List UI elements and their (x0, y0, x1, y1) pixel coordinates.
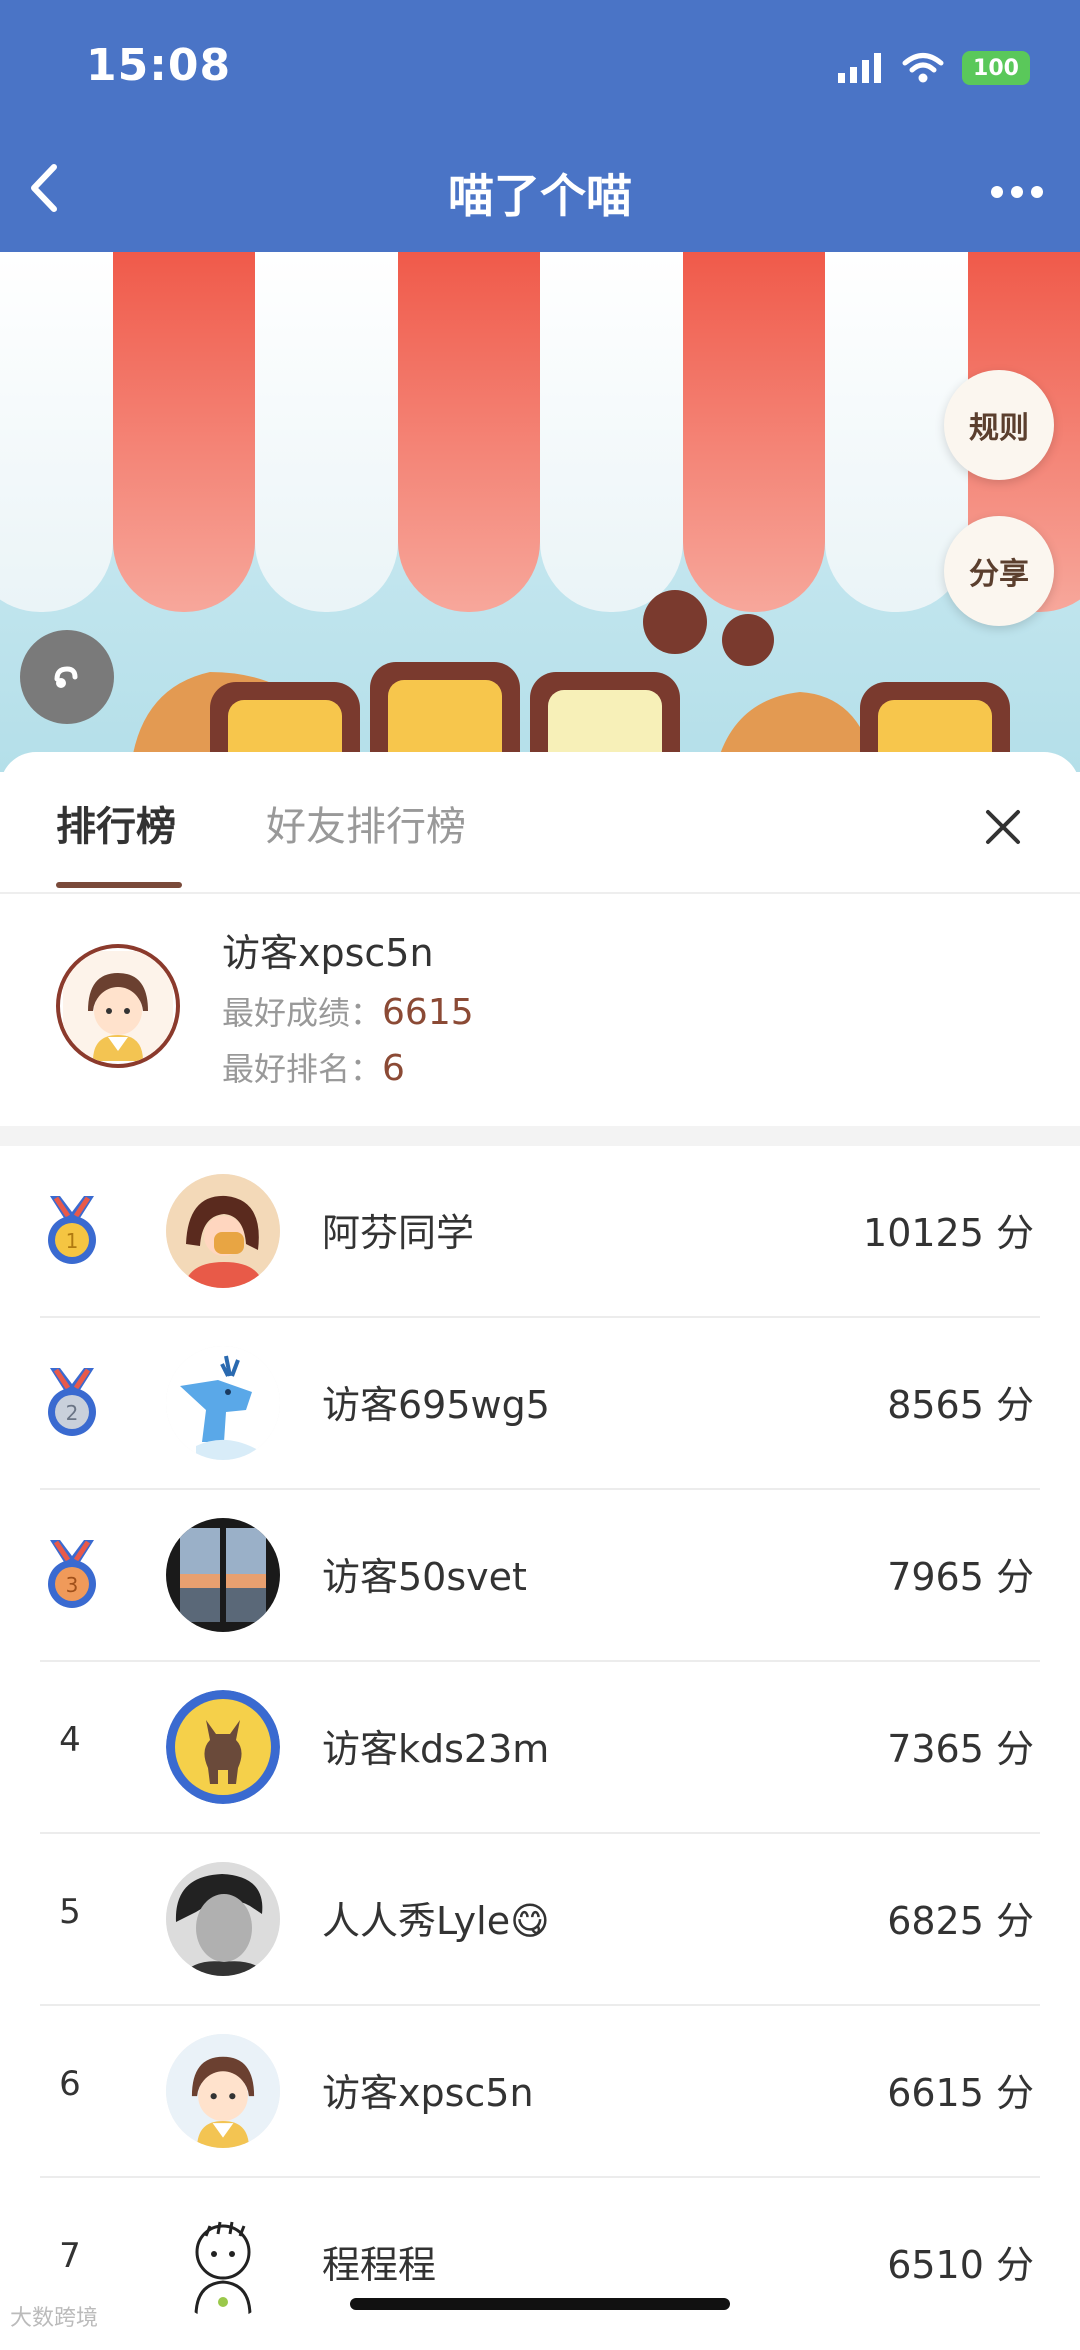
share-button[interactable]: 分享 (944, 516, 1054, 626)
player-score: 6825 分 (887, 1899, 1034, 1943)
battery-icon: 100 (962, 51, 1030, 85)
avatar (166, 1690, 280, 1804)
avatar (166, 2034, 280, 2148)
avatar (166, 1174, 280, 1288)
player-score: 10125 分 (863, 1211, 1034, 1255)
divider (0, 1126, 1080, 1146)
girl-default-avatar-icon (166, 2034, 280, 2148)
svg-text:1: 1 (66, 1229, 79, 1253)
girl-default-avatar-icon (63, 951, 173, 1061)
sound-icon (54, 666, 78, 688)
tab-leaderboard[interactable]: 排行榜 (56, 794, 176, 852)
tab-bar: 排行榜 好友排行榜 (0, 752, 1080, 894)
rank-number: 7 (59, 2236, 81, 2276)
tab-friends-leaderboard[interactable]: 好友排行榜 (266, 794, 466, 852)
signal-icon (838, 53, 881, 83)
player-name: 阿芬同学 (322, 1211, 475, 1255)
ranking-row[interactable]: 2 访客695wg5 8565 分 (40, 1318, 1040, 1490)
ranking-row[interactable]: 3 访客50svet 7965 分 (40, 1490, 1040, 1662)
player-name: 访客50svet (322, 1555, 527, 1599)
rank-number: 6 (59, 2064, 81, 2104)
player-name: 访客kds23m (322, 1727, 550, 1771)
player-name: 访客695wg5 (322, 1383, 550, 1427)
avatar (56, 944, 180, 1068)
avatar (166, 1518, 280, 1632)
leaderboard-sheet: 排行榜 好友排行榜 访客xpsc5n 最好成绩：6615 最好排名：6 1 阿芬… (0, 752, 1080, 2337)
avatar (166, 1346, 280, 1460)
page-title: 喵了个喵 (448, 169, 632, 223)
sound-toggle-button[interactable] (20, 630, 114, 724)
close-icon (986, 810, 1020, 844)
gold-medal-icon: 1 (48, 1196, 96, 1264)
avatar (166, 2206, 280, 2320)
deer-avatar-icon (166, 1346, 280, 1460)
game-banner: 规则 分享 (0, 252, 1080, 772)
app-header: 15:08 100 喵了个喵 (0, 0, 1080, 252)
player-score: 6510 分 (887, 2243, 1034, 2287)
more-dot-icon (1031, 186, 1043, 198)
status-time: 15:08 (86, 40, 232, 91)
home-indicator[interactable] (350, 2298, 730, 2310)
my-record-card: 访客xpsc5n 最好成绩：6615 最好排名：6 (0, 896, 1080, 1126)
player-score: 7365 分 (887, 1727, 1034, 1771)
dog-yellow-avatar-icon (166, 1690, 280, 1804)
silver-medal-icon: 2 (48, 1368, 96, 1436)
active-tab-indicator (56, 882, 182, 888)
rank-number: 4 (59, 1720, 81, 1760)
girl-cartoon-avatar-icon (166, 1174, 280, 1288)
player-score: 8565 分 (887, 1383, 1034, 1427)
ranking-row[interactable]: 5 人人秀Lyle😋 6825 分 (40, 1834, 1040, 2006)
player-name: 访客xpsc5n (322, 2071, 534, 2115)
best-score-line: 最好成绩：6615 (222, 988, 474, 1034)
status-icons: 100 (838, 48, 1030, 88)
avatar (166, 1862, 280, 1976)
svg-text:3: 3 (66, 1573, 79, 1597)
ranking-row[interactable]: 1 阿芬同学 10125 分 (40, 1146, 1040, 1318)
best-rank-line: 最好排名：6 (222, 1044, 405, 1090)
ranking-row[interactable]: 6 访客xpsc5n 6615 分 (40, 2006, 1040, 2178)
more-menu-button[interactable] (982, 172, 1052, 212)
player-name: 人人秀Lyle😋 (322, 1899, 550, 1943)
portrait-avatar-icon (166, 1862, 280, 1976)
line-drawing-avatar-icon (166, 2206, 280, 2320)
my-username: 访客xpsc5n (222, 931, 434, 975)
svg-text:2: 2 (66, 1401, 79, 1425)
ranking-row[interactable]: 7 程程程 6510 分 (40, 2178, 1040, 2350)
player-name: 程程程 (322, 2243, 437, 2287)
more-dot-icon (991, 186, 1003, 198)
sunset-window-avatar-icon (166, 1518, 280, 1632)
player-score: 7965 分 (887, 1555, 1034, 1599)
game-logo-illustration (130, 590, 1010, 772)
best-rank-label: 最好排名： (222, 1050, 383, 1088)
more-dot-icon (1011, 186, 1023, 198)
close-button[interactable] (980, 804, 1026, 850)
rules-button[interactable]: 规则 (944, 370, 1054, 480)
watermark: 大数跨境 (10, 2306, 99, 2331)
wifi-icon (902, 53, 944, 83)
bronze-medal-icon: 3 (48, 1540, 96, 1608)
ranking-list: 1 阿芬同学 10125 分 2 访客695wg5 8565 分 3 访客50s… (0, 1146, 1080, 2350)
player-score: 6615 分 (887, 2071, 1034, 2115)
ranking-row[interactable]: 4 访客kds23m 7365 分 (40, 1662, 1040, 1834)
best-score-value: 6615 (382, 992, 474, 1033)
best-rank-value: 6 (382, 1048, 405, 1089)
rank-number: 5 (59, 1892, 81, 1932)
best-score-label: 最好成绩： (222, 994, 383, 1032)
